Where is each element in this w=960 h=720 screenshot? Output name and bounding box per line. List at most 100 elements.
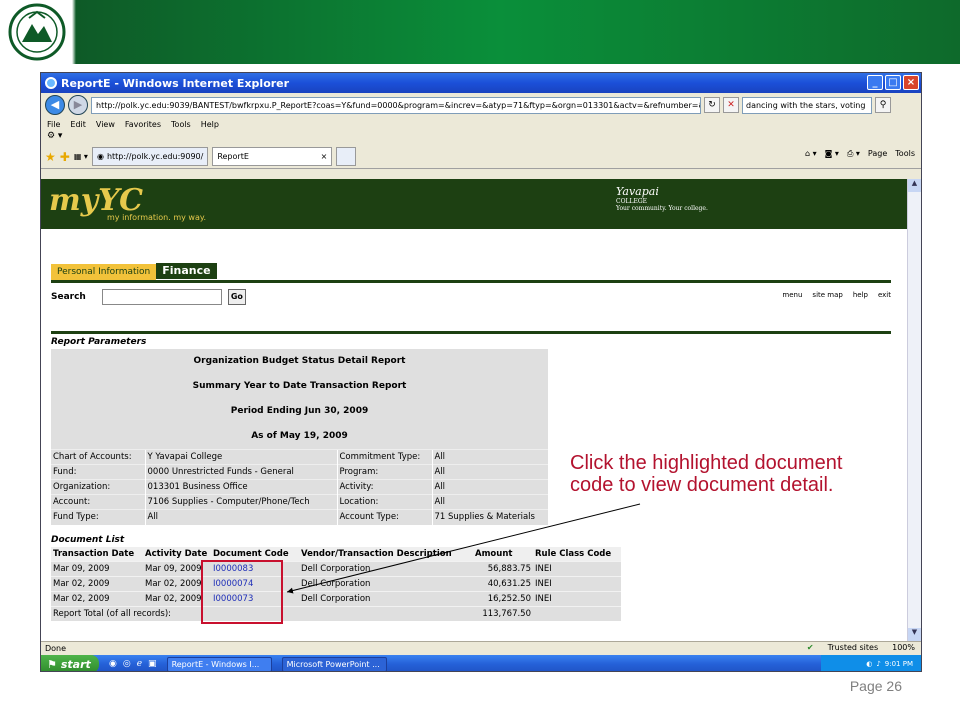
tools-menu[interactable]: Tools <box>895 149 915 159</box>
table-row: Mar 09, 2009 Mar 09, 2009 I0000083 Dell … <box>51 560 621 576</box>
slide-header-bar <box>0 0 960 64</box>
myyc-banner: myYC my information. my way. Yavapai COL… <box>41 179 909 229</box>
new-tab-button[interactable] <box>336 147 357 166</box>
close-button[interactable]: × <box>903 75 919 90</box>
table-header-row: Transaction Date Activity Date Document … <box>51 547 621 561</box>
link-site-map[interactable]: site map <box>812 291 842 299</box>
param-row: Account: 7106 Supplies - Computer/Phone/… <box>51 494 548 510</box>
minimize-button[interactable]: _ <box>867 75 883 90</box>
forward-icon[interactable]: ▶ <box>68 95 88 115</box>
col-amount: Amount <box>473 547 533 561</box>
back-icon[interactable]: ◀ <box>45 95 65 115</box>
taskbar-button-powerpoint[interactable]: Microsoft PowerPoint ... <box>281 656 387 671</box>
menu-help[interactable]: Help <box>201 120 219 129</box>
document-list-table: Transaction Date Activity Date Document … <box>51 547 621 621</box>
clock: 9:01 PM <box>884 660 913 668</box>
window-title: ReportE - Windows Internet Explorer <box>61 76 290 90</box>
menu-favorites[interactable]: Favorites <box>125 120 161 129</box>
table-row: Mar 02, 2009 Mar 02, 2009 I0000074 Dell … <box>51 575 621 591</box>
highlight-box <box>201 560 283 624</box>
print-icon[interactable]: ⎙ ▾ <box>847 149 860 159</box>
volume-icon[interactable]: ♪ <box>876 660 880 668</box>
windows-taskbar: ⚑ start ◉ ◎ ℯ ▣ ReportE - Windows I... Mi… <box>41 655 921 671</box>
command-bar: ⌂ ▾ ◙ ▾ ⎙ ▾ Page Tools <box>805 149 915 159</box>
feeds-icon[interactable]: ◙ ▾ <box>825 149 839 159</box>
quick-tabs-icon[interactable]: ▦ ▾ <box>74 152 88 161</box>
report-total-value: 113,767.50 <box>473 605 533 621</box>
search-input[interactable]: dancing with the stars, voting <box>742 96 872 114</box>
links-icon[interactable]: ⚙ ▾ <box>47 131 62 141</box>
home-icon[interactable]: ⌂ ▾ <box>805 149 817 159</box>
window-titlebar: ReportE - Windows Internet Explorer _ □ … <box>41 73 921 93</box>
link-help[interactable]: help <box>853 291 868 299</box>
zoom-level[interactable]: 100% <box>892 643 915 652</box>
maximize-button[interactable]: □ <box>885 75 901 90</box>
link-exit[interactable]: exit <box>878 291 891 299</box>
college-seal-logo <box>8 3 66 61</box>
vertical-scrollbar[interactable]: ▲ ▼ <box>907 179 921 641</box>
windows-flag-icon: ⚑ <box>47 657 57 671</box>
quicklaunch-icon[interactable]: ◉ <box>109 659 117 669</box>
menu-edit[interactable]: Edit <box>70 120 86 129</box>
section-divider <box>51 331 891 334</box>
col-transaction-date: Transaction Date <box>51 547 143 561</box>
page-icon: ◉ <box>96 152 104 161</box>
report-parameters-title: Report Parameters <box>51 337 147 347</box>
tab-polk[interactable]: ◉ http://polk.yc.edu:9090/ <box>91 147 209 166</box>
ie-icon <box>45 77 57 89</box>
close-tab-icon[interactable]: × <box>321 148 328 165</box>
search-label: Search <box>51 292 86 302</box>
search-icon[interactable]: ⚲ <box>875 97 891 113</box>
quick-launch: ◉ ◎ ℯ ▣ <box>109 659 157 669</box>
param-row: Fund: 0000 Unrestricted Funds - General … <box>51 464 548 480</box>
quicklaunch-icon[interactable]: ℯ <box>137 659 142 669</box>
col-vendor: Vendor/Transaction Description <box>299 547 473 561</box>
page-menu[interactable]: Page <box>868 149 887 159</box>
zone-label: Trusted sites <box>827 643 879 652</box>
browser-window: ReportE - Windows Internet Explorer _ □ … <box>40 72 922 672</box>
go-button[interactable]: Go <box>227 289 246 305</box>
callout-text: Click the highlighted document code to v… <box>570 452 843 496</box>
myyc-tagline: my information. my way. <box>107 213 206 222</box>
tab-finance[interactable]: Finance <box>156 263 217 279</box>
yavapai-logo: Yavapai COLLEGE Your community. Your col… <box>616 185 708 212</box>
status-bar: Done ✔ Trusted sites 100% <box>41 641 921 655</box>
trusted-sites-icon: ✔ <box>806 643 814 652</box>
link-menu[interactable]: menu <box>782 291 802 299</box>
address-toolbar: ◀ ▶ http://polk.yc.edu:9039/BANTEST/bwfk… <box>41 93 921 117</box>
start-button[interactable]: ⚑ start <box>41 655 99 671</box>
col-rule-class: Rule Class Code <box>533 547 621 561</box>
col-activity-date: Activity Date <box>143 547 211 561</box>
document-list-title: Document List <box>51 535 125 545</box>
menu-bar: File Edit View Favorites Tools Help <box>41 117 921 131</box>
tray-icon[interactable]: ◐ <box>866 660 872 668</box>
menu-file[interactable]: File <box>47 120 60 129</box>
param-row: Chart of Accounts: Y Yavapai College Com… <box>51 449 548 465</box>
menu-tools[interactable]: Tools <box>171 120 191 129</box>
param-row: Fund Type: All Account Type: 71 Supplies… <box>51 509 548 525</box>
address-bar[interactable]: http://polk.yc.edu:9039/BANTEST/bwfkrpxu… <box>91 96 701 114</box>
taskbar-button-ie[interactable]: ReportE - Windows I... <box>166 656 272 671</box>
scroll-up-icon[interactable]: ▲ <box>908 179 921 192</box>
stop-icon[interactable]: ✕ <box>723 97 739 113</box>
tab-bar: ★ ✚ ▦ ▾ ◉ http://polk.yc.edu:9090/ Report… <box>41 145 921 169</box>
page-number: Page 26 <box>849 678 902 694</box>
report-title-line: Organization Budget Status Detail Report <box>193 356 406 366</box>
add-favorite-icon[interactable]: ✚ <box>60 150 70 164</box>
tab-reporte[interactable]: ReportE × <box>212 147 333 166</box>
parameters-table: Chart of Accounts: Y Yavapai College Com… <box>51 449 548 525</box>
param-row: Organization: 013301 Business Office Act… <box>51 479 548 495</box>
tab-personal-information[interactable]: Personal Information <box>51 264 157 280</box>
favorites-star-icon[interactable]: ★ <box>45 150 56 164</box>
quicklaunch-icon[interactable]: ▣ <box>148 659 157 669</box>
report-asof-line: As of May 19, 2009 <box>251 431 348 441</box>
table-total-row: Report Total (of all records): 113,767.5… <box>51 605 621 621</box>
table-row: Mar 02, 2009 Mar 02, 2009 I0000073 Dell … <box>51 590 621 606</box>
page-content: myYC my information. my way. Yavapai COL… <box>41 179 909 641</box>
scroll-down-icon[interactable]: ▼ <box>908 628 921 641</box>
system-tray: ◐ ♪ 9:01 PM <box>821 655 921 671</box>
portal-search-input[interactable] <box>101 289 222 305</box>
quicklaunch-icon[interactable]: ◎ <box>123 659 131 669</box>
refresh-icon[interactable]: ↻ <box>704 97 720 113</box>
menu-view[interactable]: View <box>96 120 115 129</box>
